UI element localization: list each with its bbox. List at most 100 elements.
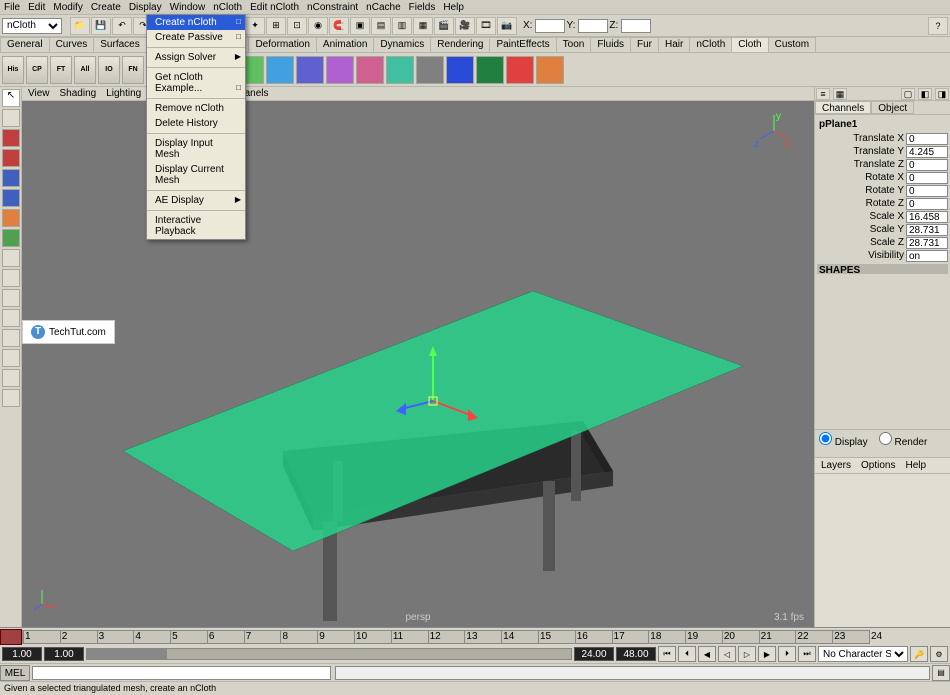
shelf-tab-hair[interactable]: Hair bbox=[658, 37, 690, 52]
shelf-item[interactable] bbox=[356, 56, 384, 84]
layout-button[interactable] bbox=[2, 329, 20, 347]
shelf-item[interactable] bbox=[386, 56, 414, 84]
channel-row[interactable]: Rotate X0 bbox=[817, 171, 948, 184]
channel-row[interactable]: Translate Y4.245 bbox=[817, 145, 948, 158]
shelf-tab-dynamics[interactable]: Dynamics bbox=[373, 37, 431, 52]
menu-display[interactable]: Display bbox=[129, 2, 162, 13]
rotate-tool[interactable] bbox=[2, 149, 20, 167]
layout-button[interactable] bbox=[2, 389, 20, 407]
layout-button[interactable] bbox=[2, 369, 20, 387]
toolbar-button[interactable]: 💾 bbox=[91, 17, 111, 35]
toolbar-button[interactable]: ▣ bbox=[350, 17, 370, 35]
shelf-tab-deformation[interactable]: Deformation bbox=[248, 37, 316, 52]
menu-item-display-current-mesh[interactable]: Display Current Mesh bbox=[147, 162, 245, 188]
range-slider[interactable] bbox=[86, 648, 572, 660]
object-name[interactable]: pPlane1 bbox=[817, 117, 948, 132]
tab-channels[interactable]: Channels bbox=[815, 101, 871, 114]
shelf-item[interactable] bbox=[536, 56, 564, 84]
snap-button[interactable]: 🧲 bbox=[329, 17, 349, 35]
channel-row[interactable]: Visibilityon bbox=[817, 249, 948, 262]
menu-window[interactable]: Window bbox=[170, 2, 206, 13]
snap-button[interactable]: ⊡ bbox=[287, 17, 307, 35]
channel-row[interactable]: Scale Y28.731 bbox=[817, 223, 948, 236]
menu-fields[interactable]: Fields bbox=[409, 2, 436, 13]
play-forward-button[interactable]: ▷ bbox=[738, 646, 756, 662]
perspective-viewport[interactable]: y x z persp 3.1 fps bbox=[22, 101, 814, 627]
next-key-button[interactable]: ▶ bbox=[758, 646, 776, 662]
viewport-menu-view[interactable]: View bbox=[28, 88, 50, 99]
channel-row[interactable]: Scale Z28.731 bbox=[817, 236, 948, 249]
range-start-input[interactable] bbox=[44, 647, 84, 661]
show-manip-tool[interactable] bbox=[2, 229, 20, 247]
play-back-button[interactable]: ◁ bbox=[718, 646, 736, 662]
shelf-tab-fur[interactable]: Fur bbox=[630, 37, 659, 52]
shelf-tab-painteffects[interactable]: PaintEffects bbox=[489, 37, 556, 52]
channel-box-icon[interactable]: ▦ bbox=[833, 88, 847, 100]
shelf-item[interactable] bbox=[476, 56, 504, 84]
shelf-tab-fluids[interactable]: Fluids bbox=[590, 37, 631, 52]
prefs-button[interactable]: ⚙ bbox=[930, 646, 948, 662]
layout-button[interactable] bbox=[2, 289, 20, 307]
layers-menu-options[interactable]: Options bbox=[861, 460, 895, 471]
layout-button[interactable] bbox=[2, 309, 20, 327]
shelf-menu-button[interactable]: FN bbox=[122, 56, 144, 84]
menu-nconstraint[interactable]: nConstraint bbox=[307, 2, 358, 13]
display-radio[interactable]: Display bbox=[819, 437, 868, 448]
view-axis-gizmo[interactable]: y x z bbox=[754, 111, 794, 151]
soft-mod-tool[interactable] bbox=[2, 209, 20, 227]
scale-tool[interactable] bbox=[2, 169, 20, 187]
command-language-label[interactable]: MEL bbox=[0, 665, 30, 681]
menu-item-get-ncloth-example-[interactable]: Get nCloth Example... bbox=[147, 70, 245, 96]
step-fwd-button[interactable]: ⏵ bbox=[778, 646, 796, 662]
layout-button[interactable] bbox=[2, 349, 20, 367]
menu-ncloth[interactable]: nCloth bbox=[213, 2, 242, 13]
move-tool[interactable] bbox=[2, 129, 20, 147]
shelf-item[interactable] bbox=[416, 56, 444, 84]
channel-row[interactable]: Scale X16.458 bbox=[817, 210, 948, 223]
channel-row[interactable]: Rotate Y0 bbox=[817, 184, 948, 197]
playback-end-input[interactable] bbox=[616, 647, 656, 661]
render-button[interactable]: 🎬 bbox=[434, 17, 454, 35]
toolbar-button[interactable]: ▤ bbox=[371, 17, 391, 35]
shelf-tab-general[interactable]: General bbox=[0, 37, 50, 52]
menu-item-remove-ncloth[interactable]: Remove nCloth bbox=[147, 101, 245, 116]
snap-button[interactable]: ◉ bbox=[308, 17, 328, 35]
menu-item-create-passive[interactable]: Create Passive bbox=[147, 30, 245, 45]
autokey-button[interactable] bbox=[0, 629, 22, 645]
select-tool[interactable]: ↖ bbox=[2, 89, 20, 107]
shelf-tab-rendering[interactable]: Rendering bbox=[430, 37, 490, 52]
menu-edit[interactable]: Edit bbox=[28, 2, 45, 13]
menu-item-delete-history[interactable]: Delete History bbox=[147, 116, 245, 131]
shelf-tab-cloth[interactable]: Cloth bbox=[731, 37, 768, 52]
menu-create[interactable]: Create bbox=[91, 2, 121, 13]
shelf-item[interactable] bbox=[446, 56, 474, 84]
shelf-tab-toon[interactable]: Toon bbox=[556, 37, 592, 52]
shelf-tab-ncloth[interactable]: nCloth bbox=[689, 37, 732, 52]
menu-item-display-input-mesh[interactable]: Display Input Mesh bbox=[147, 136, 245, 162]
shelf-menu-button[interactable]: CP bbox=[26, 56, 48, 84]
menu-ncache[interactable]: nCache bbox=[366, 2, 400, 13]
rewind-button[interactable]: ⏮ bbox=[658, 646, 676, 662]
toolbar-button[interactable]: ▦ bbox=[413, 17, 433, 35]
shelf-item[interactable] bbox=[296, 56, 324, 84]
channel-box-icon[interactable]: ◨ bbox=[935, 88, 949, 100]
tab-object[interactable]: Object bbox=[871, 101, 914, 114]
menu-item-interactive-playback[interactable]: Interactive Playback bbox=[147, 213, 245, 239]
channel-row[interactable]: Rotate Z0 bbox=[817, 197, 948, 210]
prev-key-button[interactable]: ◀ bbox=[698, 646, 716, 662]
fast-fwd-button[interactable]: ⏭ bbox=[798, 646, 816, 662]
channel-row[interactable]: Translate X0 bbox=[817, 132, 948, 145]
shelf-tab-custom[interactable]: Custom bbox=[768, 37, 816, 52]
selection-mask-button[interactable]: ✦ bbox=[245, 17, 265, 35]
toolbar-button[interactable]: 📁 bbox=[70, 17, 90, 35]
channel-box-icon[interactable]: ▢ bbox=[901, 88, 915, 100]
shelf-tab-animation[interactable]: Animation bbox=[316, 37, 374, 52]
shelf-menu-button[interactable]: FT bbox=[50, 56, 72, 84]
viewport-menu-lighting[interactable]: Lighting bbox=[106, 88, 141, 99]
shelf-menu-button[interactable]: All bbox=[74, 56, 96, 84]
step-back-button[interactable]: ⏴ bbox=[678, 646, 696, 662]
menu-item-assign-solver[interactable]: Assign Solver bbox=[147, 50, 245, 65]
shelf-item[interactable] bbox=[266, 56, 294, 84]
autokey-toggle[interactable]: 🔑 bbox=[910, 646, 928, 662]
menu-item-ae-display[interactable]: AE Display bbox=[147, 193, 245, 208]
